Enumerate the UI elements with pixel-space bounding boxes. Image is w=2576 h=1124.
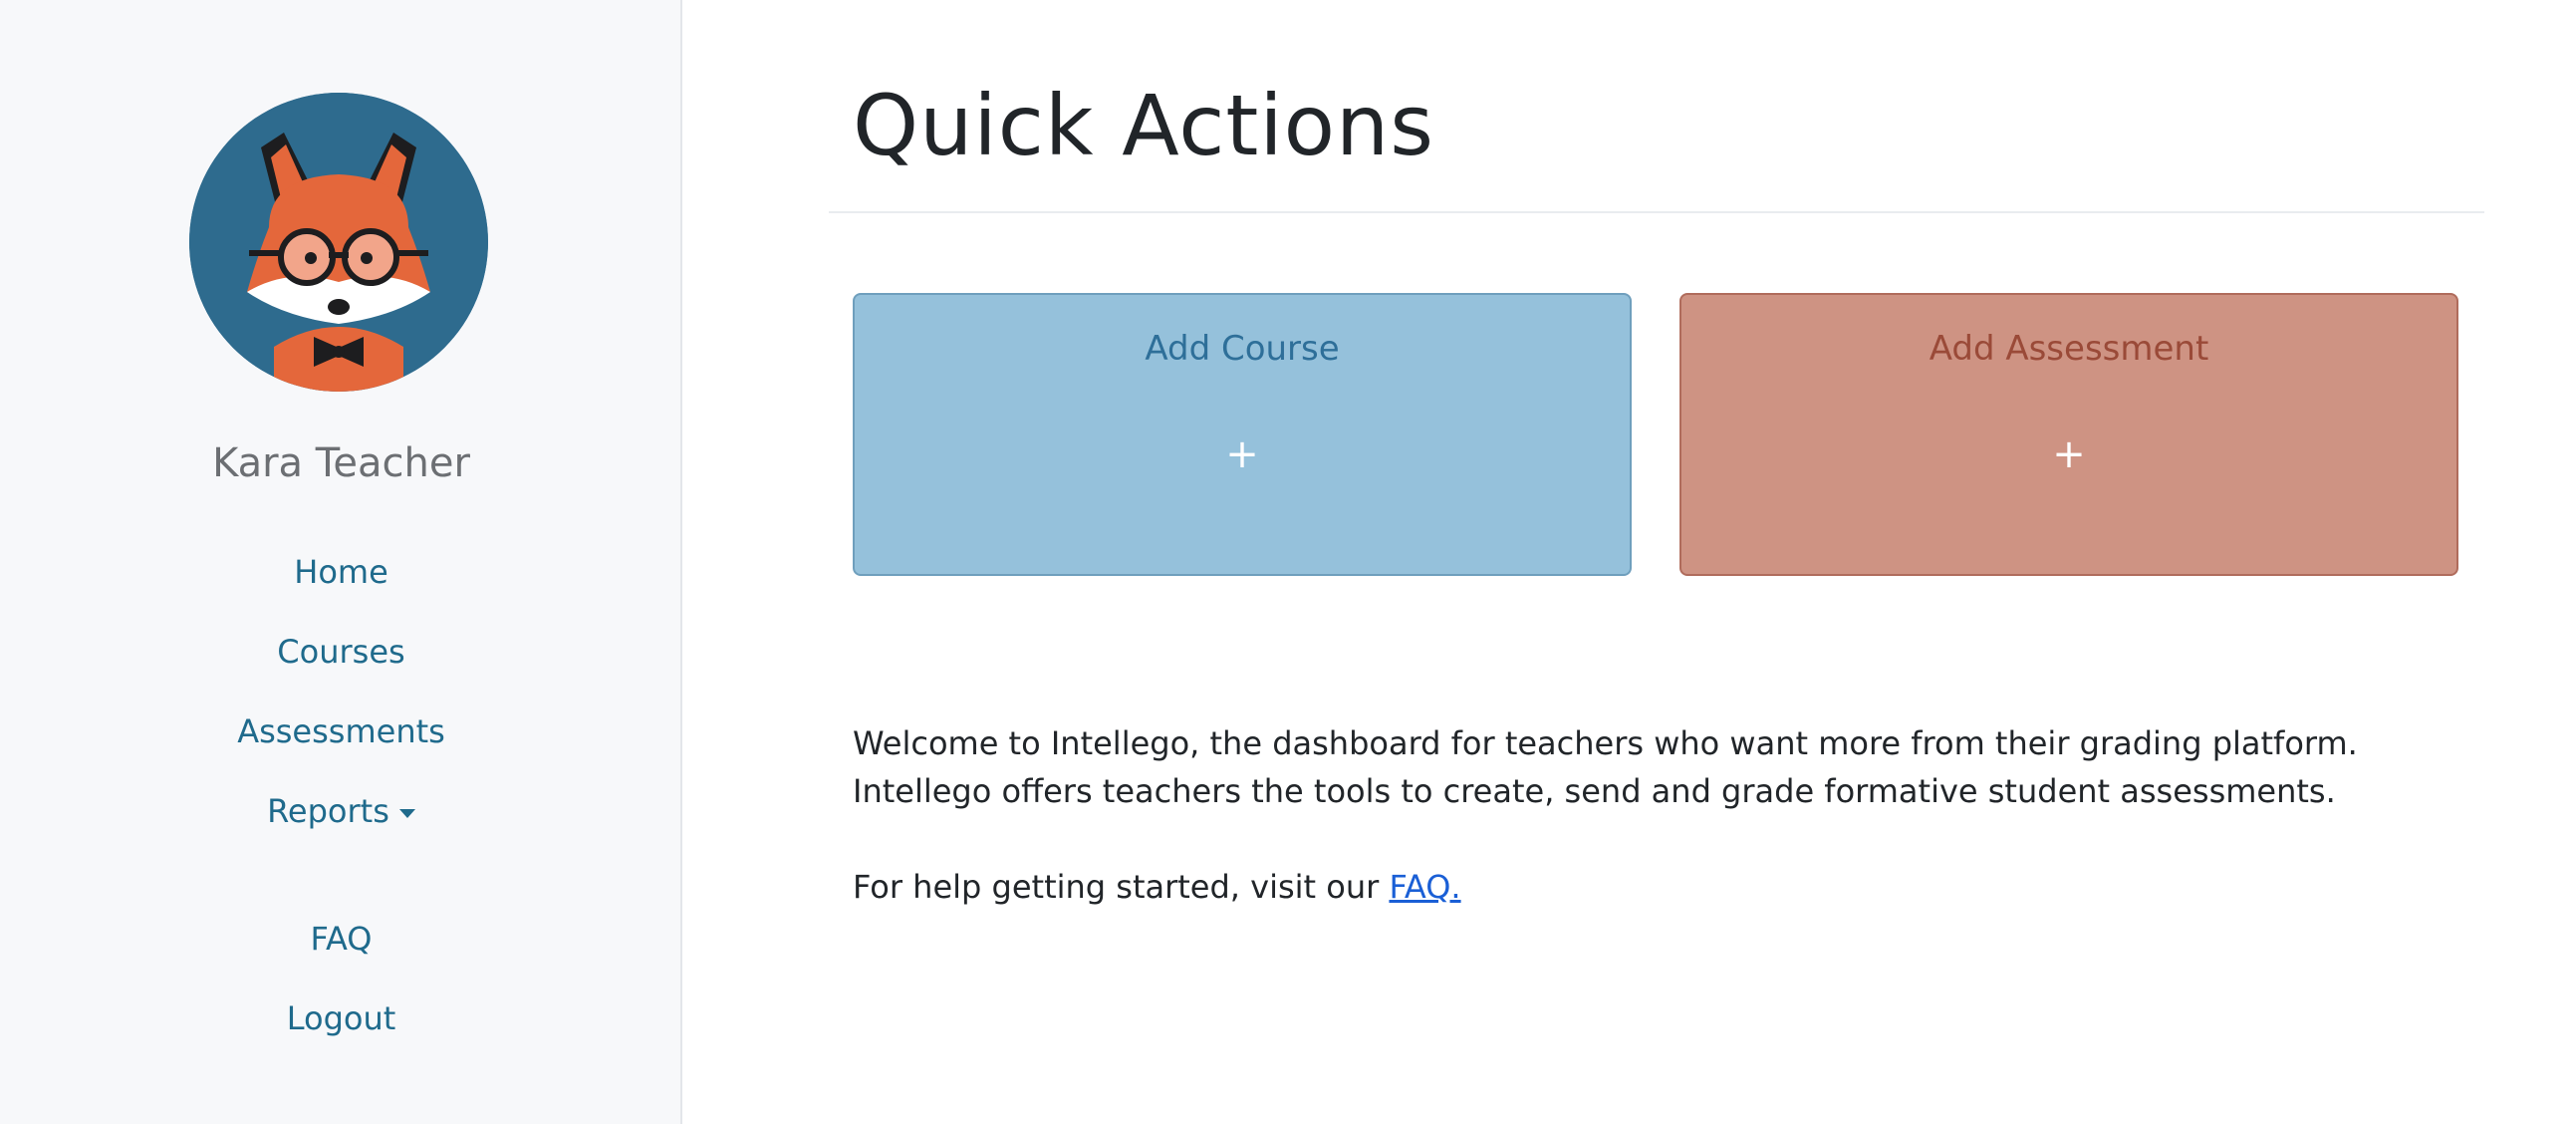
add-course-card[interactable]: Add Course +	[853, 293, 1632, 576]
nav-reports-label: Reports	[267, 792, 389, 830]
nav-courses-link[interactable]: Courses	[0, 630, 682, 674]
nav-reports-dropdown[interactable]: Reports	[0, 789, 682, 833]
add-course-label: Add Course	[1145, 329, 1340, 369]
plus-icon: +	[1225, 431, 1259, 477]
nav-home-link[interactable]: Home	[0, 550, 682, 594]
nav-faq-link[interactable]: FAQ	[0, 917, 682, 961]
add-assessment-card[interactable]: Add Assessment +	[1679, 293, 2458, 576]
plus-icon: +	[2052, 431, 2086, 477]
welcome-line-2: Intellego offers teachers the tools to c…	[853, 772, 2336, 810]
nav-assessments-link[interactable]: Assessments	[0, 709, 682, 753]
help-text: For help getting started, visit our FAQ.	[853, 863, 1461, 911]
help-text-label: For help getting started, visit our	[853, 868, 1380, 906]
title-divider	[829, 211, 2484, 213]
user-name: Kara Teacher	[212, 440, 470, 486]
sidebar: Kara Teacher Home Courses Assessments Re…	[0, 0, 682, 1124]
nav-logout-link[interactable]: Logout	[0, 996, 682, 1040]
caret-down-icon	[398, 808, 415, 818]
add-assessment-label: Add Assessment	[1929, 329, 2209, 369]
welcome-line-1: Welcome to Intellego, the dashboard for …	[853, 724, 2358, 762]
faq-link[interactable]: FAQ.	[1389, 868, 1460, 906]
fox-avatar-icon	[189, 93, 488, 392]
app-root: Kara Teacher Home Courses Assessments Re…	[0, 0, 2576, 1124]
page-title: Quick Actions	[853, 77, 1435, 174]
welcome-text: Welcome to Intellego, the dashboard for …	[853, 719, 2506, 815]
